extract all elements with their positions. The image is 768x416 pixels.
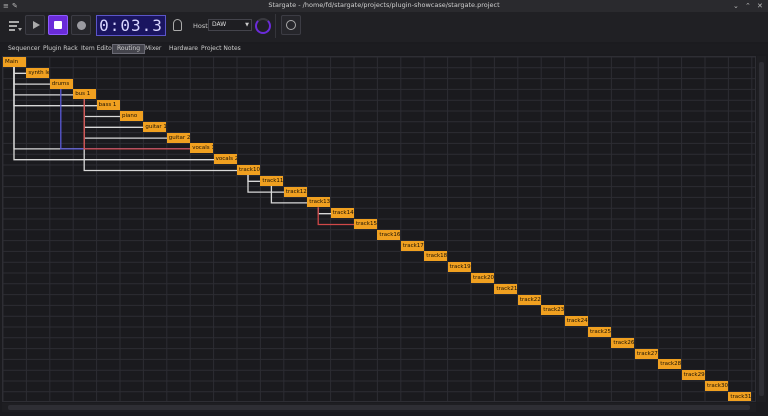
route-node[interactable]: track19 xyxy=(447,262,471,273)
route-node[interactable]: track15 xyxy=(354,219,377,229)
route-node[interactable]: track28 xyxy=(658,359,682,370)
route-node[interactable]: bus 1 xyxy=(73,89,97,100)
transport-toolbar: 0:03.3 Host: DAW ▼ xyxy=(0,12,768,42)
route-node[interactable]: piano xyxy=(120,111,143,121)
route-node[interactable]: track10 xyxy=(237,165,260,175)
route-node[interactable]: track22 xyxy=(517,294,541,305)
tab-plugin-rack[interactable]: Plugin Rack xyxy=(39,44,82,54)
route-node[interactable]: track26 xyxy=(611,337,635,348)
play-icon xyxy=(33,21,40,29)
minimize-icon[interactable]: ⌄ xyxy=(733,1,739,11)
route-node[interactable]: track31 xyxy=(728,391,752,401)
route-node[interactable]: vocals 1 xyxy=(190,143,214,154)
record-icon xyxy=(77,21,86,30)
horizontal-scroll-thumb[interactable] xyxy=(8,405,750,410)
time-display: 0:03.3 xyxy=(96,15,166,36)
route-node[interactable]: guitar 2 xyxy=(166,132,190,143)
route-node[interactable]: track16 xyxy=(377,229,401,240)
play-button[interactable] xyxy=(25,15,45,35)
chevron-down-icon: ▼ xyxy=(245,22,249,28)
host-select-value: DAW xyxy=(212,21,227,28)
stop-button[interactable] xyxy=(48,15,68,35)
maximize-icon[interactable]: ⌃ xyxy=(745,1,751,11)
panic-icon[interactable] xyxy=(173,19,182,31)
loop-button[interactable] xyxy=(281,15,301,35)
route-node[interactable]: track14 xyxy=(330,208,354,219)
vertical-scroll-thumb[interactable] xyxy=(759,62,764,396)
route-node[interactable]: bass 1 xyxy=(96,100,120,111)
loop-icon xyxy=(286,20,296,30)
window-title: Stargate - /home/fd/stargate/projects/pl… xyxy=(268,1,500,9)
route-node[interactable]: track18 xyxy=(424,251,448,262)
route-node[interactable]: track13 xyxy=(307,197,331,208)
cpu-meter-icon xyxy=(255,18,271,34)
route-node[interactable]: track30 xyxy=(705,381,728,391)
close-icon[interactable]: ✕ xyxy=(757,1,763,11)
route-node[interactable]: track11 xyxy=(260,175,284,186)
route-node[interactable]: vocals 2 xyxy=(213,154,237,165)
tab-project-notes[interactable]: Project Notes xyxy=(197,44,245,54)
horizontal-scrollbar[interactable] xyxy=(2,403,756,412)
vertical-scrollbar[interactable] xyxy=(757,56,766,402)
tab-bar: Sequencer Plugin Rack Item Editor Routing Mi… xyxy=(0,44,768,54)
record-button[interactable] xyxy=(71,15,91,35)
host-select[interactable]: DAW ▼ xyxy=(208,19,252,31)
route-node[interactable]: track21 xyxy=(494,283,518,294)
toolbar-divider xyxy=(275,14,276,38)
route-node[interactable]: track12 xyxy=(283,186,307,197)
route-node[interactable]: track25 xyxy=(588,327,611,337)
route-node[interactable]: track20 xyxy=(471,273,494,283)
routing-graph[interactable]: Mainsynth leaddrumsbus 1bass 1pianoguita… xyxy=(2,56,756,402)
route-node[interactable]: synth lead xyxy=(26,67,50,78)
stop-icon xyxy=(54,21,62,29)
route-node[interactable]: drums xyxy=(49,78,73,89)
route-node[interactable]: track17 xyxy=(400,240,424,251)
route-node[interactable]: track27 xyxy=(634,348,658,359)
route-node[interactable]: guitar 1 xyxy=(143,121,167,132)
tab-mixer[interactable]: Mixer xyxy=(141,44,165,54)
menu-icon[interactable] xyxy=(9,20,22,32)
route-node[interactable]: track24 xyxy=(564,316,588,327)
route-node[interactable]: track23 xyxy=(541,305,565,316)
route-node[interactable]: track29 xyxy=(681,370,705,381)
route-node[interactable]: Main xyxy=(3,57,26,67)
